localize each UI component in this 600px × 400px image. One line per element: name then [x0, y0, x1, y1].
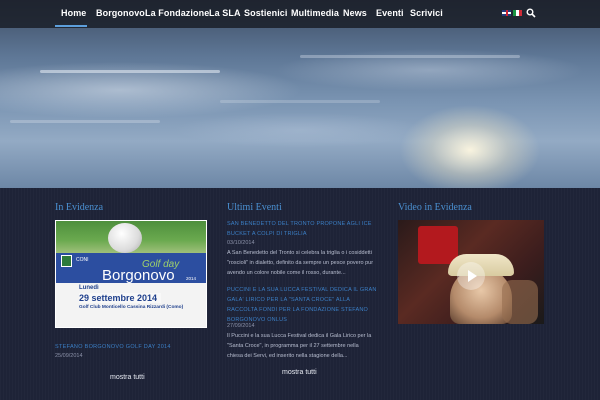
golf-day-promo-image[interactable]: CONI Golf day Borgonovo 2014 Lunedì 29 s… [55, 220, 207, 328]
promo-date: 29 settembre 2014 [79, 293, 161, 303]
content-section: In Evidenza CONI Golf day Borgonovo 2014… [0, 188, 600, 400]
nav-borgonovo[interactable]: Borgonovo [96, 8, 145, 22]
nav-home[interactable]: Home [61, 8, 86, 22]
nav-scrivici[interactable]: Scrivici [410, 8, 443, 22]
active-tab-indicator [55, 25, 87, 27]
main-navbar: Home Borgonovo La Fondazione La SLA Sost… [0, 0, 600, 28]
event-item-date: 27/09/2014 [227, 323, 255, 329]
event-item-date: 03/10/2014 [227, 240, 255, 246]
ultimi-eventi-heading: Ultimi Eventi [227, 202, 282, 213]
nav-la-fondazione[interactable]: La Fondazione [145, 8, 209, 22]
cloud-streak [220, 100, 380, 103]
golf-ball-icon [108, 223, 142, 253]
coni-logo: CONI [76, 257, 89, 263]
promo-venue: Golf Club Monticello Cassina Rizzardi (C… [79, 305, 184, 310]
cloud-streak [300, 55, 520, 58]
hero-sky-banner [0, 0, 600, 188]
event-item-title[interactable]: SAN BENEDETTO DEL TRONTO PROPONE AGLI IC… [227, 219, 377, 239]
promo-year: 2014 [186, 276, 197, 281]
event-item-excerpt: Il Puccini e la sua Lucca Festival dedic… [227, 333, 372, 359]
play-icon[interactable] [457, 262, 485, 290]
evidenza-article-date: 25/09/2014 [55, 353, 83, 359]
nav-multimedia[interactable]: Multimedia [291, 8, 339, 22]
in-evidenza-heading: In Evidenza [55, 202, 104, 213]
eventi-more-link[interactable]: mostra tutti [282, 369, 317, 376]
english-flag-icon[interactable] [502, 10, 511, 16]
italian-flag-icon[interactable] [513, 10, 522, 16]
video-heading: Video in Evidenza [398, 202, 472, 213]
red-banner-background [418, 226, 458, 264]
evidenza-article-title[interactable]: STEFANO BORGONOVO GOLF DAY 2014 [55, 344, 171, 350]
nav-eventi[interactable]: Eventi [376, 8, 404, 22]
nav-sostienici[interactable]: Sostienici [244, 8, 288, 22]
club-crest-icon [61, 255, 72, 267]
nav-news[interactable]: News [343, 8, 367, 22]
evidenza-more-link[interactable]: mostra tutti [110, 374, 145, 381]
event-item-excerpt: A San Benedetto del Tronto si celebra la… [227, 250, 374, 276]
promo-brand: Borgonovo [102, 267, 175, 284]
background-person [502, 280, 538, 324]
nav-la-sla[interactable]: La SLA [209, 8, 241, 22]
event-item-title[interactable]: PUCCINI E LA SUA LUCCA FESTIVAL DEDICA I… [227, 285, 377, 325]
cloud-streak [10, 120, 160, 123]
promo-weekday: Lunedì [79, 285, 99, 291]
search-icon[interactable] [526, 8, 536, 18]
cloud-streak [40, 70, 220, 73]
